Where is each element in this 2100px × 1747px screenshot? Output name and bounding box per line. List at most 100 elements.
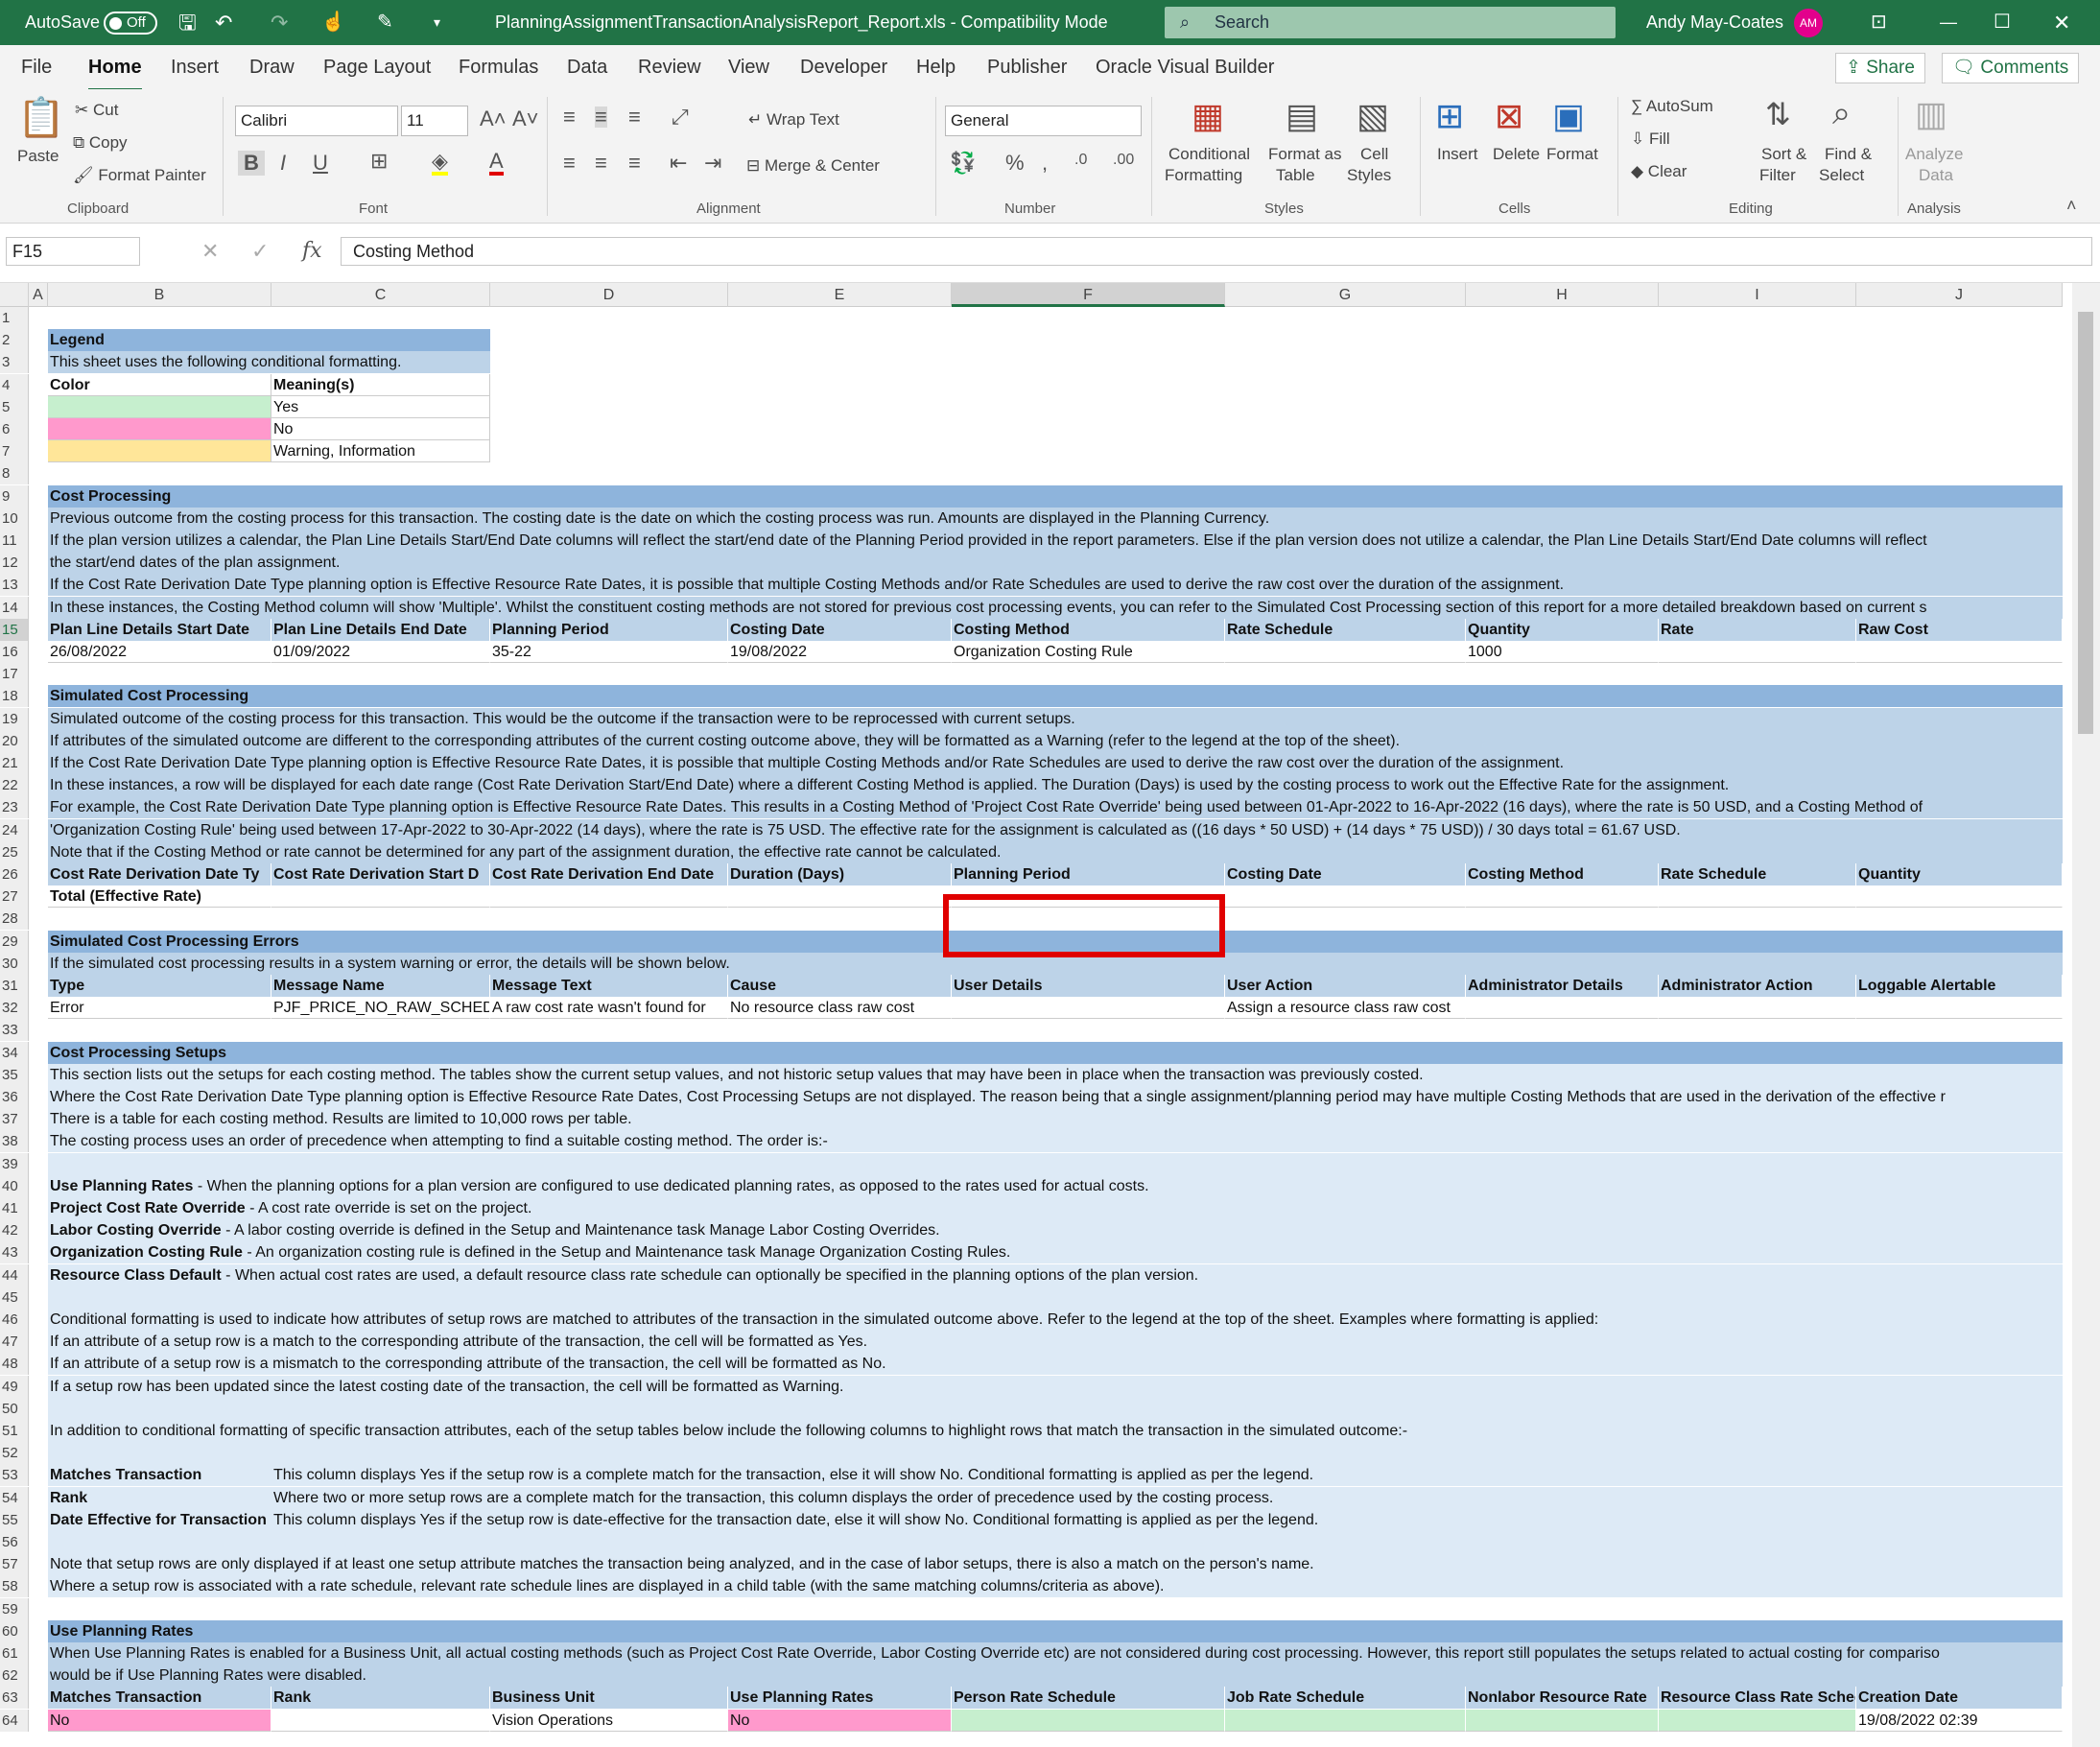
conditional-formatting-button[interactable]: Conditional	[1168, 145, 1250, 164]
tab-review[interactable]: Review	[638, 57, 701, 79]
row-header[interactable]: 8	[0, 462, 29, 485]
cell-j15[interactable]: Raw Cost	[1856, 618, 2063, 641]
row-header[interactable]: 36	[0, 1086, 29, 1108]
row-header[interactable]: 48	[0, 1353, 29, 1376]
enter-icon[interactable]: ✓	[251, 241, 269, 262]
insert-cells-icon[interactable]: ⊞	[1435, 99, 1464, 133]
cell-b42[interactable]: Labor Costing Override - A labor costing…	[48, 1219, 2063, 1241]
row-header[interactable]: 55	[0, 1508, 29, 1531]
tab-draw[interactable]: Draw	[249, 57, 295, 79]
cell-b19[interactable]: Simulated outcome of the costing process…	[48, 708, 2063, 730]
column-header-a[interactable]: A	[29, 283, 48, 307]
cell-b16[interactable]: 26/08/2022	[48, 641, 271, 663]
conditional-formatting-icon[interactable]: ▦	[1192, 99, 1224, 133]
tab-publisher[interactable]: Publisher	[987, 57, 1067, 79]
cell-d31[interactable]: Message Text	[490, 975, 728, 997]
cell-b43[interactable]: Organization Costing Rule - An organizat…	[48, 1241, 2063, 1263]
row-header[interactable]: 63	[0, 1687, 29, 1710]
bold-icon[interactable]: B	[238, 151, 265, 176]
increase-decimal-icon[interactable]: .0	[1074, 153, 1087, 168]
cell-g64[interactable]	[1225, 1709, 1466, 1732]
redo-icon[interactable]: ↷	[271, 0, 288, 45]
row-header[interactable]: 41	[0, 1197, 29, 1219]
cell-j27[interactable]	[1856, 885, 2063, 909]
cell-b64[interactable]: No	[48, 1709, 271, 1732]
cell-b60[interactable]: Use Planning Rates	[48, 1620, 2063, 1642]
cell-b21[interactable]: If the Cost Rate Derivation Date Type pl…	[48, 752, 2063, 774]
cell-b26[interactable]: Cost Rate Derivation Date Ty	[48, 863, 271, 885]
row-header[interactable]: 27	[0, 885, 29, 909]
cancel-icon[interactable]: ✕	[201, 241, 219, 262]
tab-help[interactable]: Help	[916, 57, 956, 79]
cell-b48[interactable]: If an attribute of a setup row is a mism…	[48, 1353, 2063, 1375]
avatar[interactable]: AM	[1794, 9, 1823, 37]
row-header[interactable]: 22	[0, 774, 29, 797]
cell-c4[interactable]: Meaning(s)	[271, 374, 490, 396]
row-header[interactable]: 37	[0, 1108, 29, 1131]
column-header-f[interactable]: F	[952, 283, 1225, 307]
increase-indent-icon[interactable]: ⇥	[704, 153, 721, 174]
cell-e26[interactable]: Duration (Days)	[728, 863, 952, 885]
cell-c32[interactable]: PJF_PRICE_NO_RAW_SCHED	[271, 997, 490, 1020]
tab-oracle-visual-builder[interactable]: Oracle Visual Builder	[1096, 57, 1274, 79]
cell-b40[interactable]: Use Planning Rates - When the planning o…	[48, 1175, 2063, 1197]
align-center-icon[interactable]: ≡	[595, 153, 607, 174]
row-header[interactable]: 30	[0, 952, 29, 975]
minimize-icon[interactable]: —	[1940, 0, 1957, 45]
row-header[interactable]: 40	[0, 1174, 29, 1197]
vertical-scrollbar[interactable]	[2072, 283, 2100, 1747]
cell-f16[interactable]: Organization Costing Rule	[952, 641, 1225, 663]
font-size-select[interactable]: 11	[401, 106, 468, 136]
cell-b14[interactable]: In these instances, the Costing Method c…	[48, 597, 2063, 619]
find-select-button[interactable]: Find &	[1825, 145, 1872, 164]
cell-i15[interactable]: Rate	[1659, 618, 1856, 641]
sort-filter-icon[interactable]: ⇅	[1765, 99, 1791, 130]
cell-b38[interactable]: The costing process uses an order of pre…	[48, 1130, 2063, 1152]
analyze-data-button[interactable]: Analyze	[1905, 145, 1963, 164]
clear-button[interactable]: ◆ Clear	[1631, 162, 1687, 181]
cell-b47[interactable]: If an attribute of a setup row is a matc…	[48, 1331, 2063, 1353]
cell-j64[interactable]: 19/08/2022 02:39	[1856, 1709, 2063, 1732]
cell-i63[interactable]: Resource Class Rate Sched	[1659, 1687, 1856, 1710]
cell-g32[interactable]: Assign a resource class raw cost	[1225, 997, 1466, 1020]
cell-b22[interactable]: In these instances, a row will be displa…	[48, 774, 2063, 796]
align-top-icon[interactable]: ≡	[563, 106, 576, 128]
row-header[interactable]: 53	[0, 1464, 29, 1487]
copy-button[interactable]: ⧉ Copy	[73, 133, 128, 153]
row-header[interactable]: 21	[0, 752, 29, 774]
cell-h31[interactable]: Administrator Details	[1466, 975, 1659, 997]
row-header[interactable]: 56	[0, 1531, 29, 1553]
cell-c7[interactable]: Warning, Information	[271, 440, 490, 462]
cell-i32[interactable]	[1659, 997, 1856, 1020]
maximize-icon[interactable]: ☐	[1994, 0, 2011, 45]
merge-center-button[interactable]: ⊟ Merge & Center	[746, 156, 880, 176]
format-as-table-button[interactable]: Format as	[1268, 145, 1342, 164]
cell-b55[interactable]: Date Effective for Transaction	[48, 1509, 271, 1531]
row-header[interactable]: 5	[0, 395, 29, 418]
select-all-corner[interactable]	[0, 283, 29, 307]
cell-j16[interactable]	[1856, 641, 2063, 663]
insert-cells-button[interactable]: Insert	[1437, 145, 1478, 164]
cell-b12[interactable]: the start/end dates of the plan assignme…	[48, 552, 2063, 574]
row-header[interactable]: 61	[0, 1642, 29, 1664]
row-header[interactable]: 45	[0, 1286, 29, 1309]
search-box[interactable]: ⌕ Search	[1165, 7, 1616, 38]
cell-b23[interactable]: For example, the Cost Rate Derivation Da…	[48, 796, 2063, 818]
currency-icon[interactable]: 💱	[950, 153, 976, 174]
row-header[interactable]: 31	[0, 975, 29, 997]
cell-e15[interactable]: Costing Date	[728, 618, 952, 641]
cell-f63[interactable]: Person Rate Schedule	[952, 1687, 1225, 1710]
cell-b35[interactable]: This section lists out the setups for ea…	[48, 1064, 2063, 1086]
cell-f64[interactable]	[952, 1709, 1225, 1732]
row-header[interactable]: 7	[0, 440, 29, 463]
cell-j26[interactable]: Quantity	[1856, 863, 2063, 885]
row-header[interactable]: 1	[0, 307, 29, 329]
cell-e16[interactable]: 19/08/2022	[728, 641, 952, 663]
row-header[interactable]: 16	[0, 641, 29, 663]
cell-e63[interactable]: Use Planning Rates	[728, 1687, 952, 1710]
increase-font-icon[interactable]: A˄	[480, 108, 507, 130]
cell-b51[interactable]: In addition to conditional formatting of…	[48, 1420, 2063, 1442]
delete-cells-button[interactable]: Delete	[1493, 145, 1540, 164]
cell-h16[interactable]: 1000	[1466, 641, 1659, 663]
highlight-icon[interactable]: ✎	[377, 0, 393, 45]
